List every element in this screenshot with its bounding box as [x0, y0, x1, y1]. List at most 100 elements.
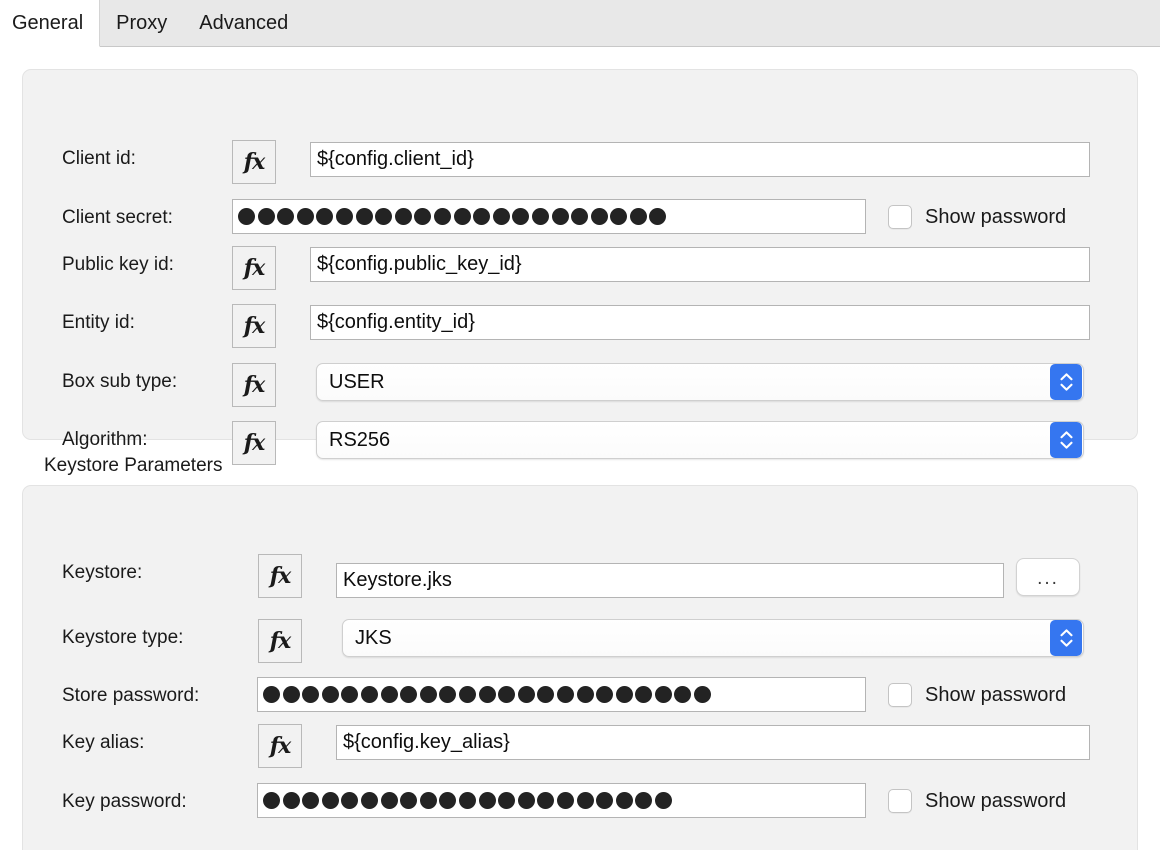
- client-id-label: Client id:: [62, 148, 232, 170]
- row-keystore-type: Keystore type:: [62, 619, 257, 657]
- password-dot: [322, 792, 339, 809]
- client-secret-dots: [238, 208, 666, 225]
- client-secret-show-password-checkbox[interactable]: [888, 205, 912, 229]
- row-store-password: Store password:: [62, 677, 257, 715]
- algorithm-select[interactable]: RS256: [316, 421, 1084, 459]
- keystore-type-value: JKS: [343, 627, 1050, 650]
- tab-bar: General Proxy Advanced: [0, 0, 1160, 47]
- password-dot: [400, 792, 417, 809]
- keystore-browse-button[interactable]: ...: [1016, 558, 1080, 596]
- keystore-value: Keystore.jks: [343, 569, 452, 592]
- password-dot: [552, 208, 569, 225]
- keystore-fx-button[interactable]: fx: [258, 554, 302, 598]
- entity-id-value: ${config.entity_id}: [317, 311, 475, 334]
- password-dot: [400, 686, 417, 703]
- fx-icon: fx: [270, 630, 291, 652]
- password-dot: [341, 792, 358, 809]
- row-entity-id: Entity id:: [62, 304, 232, 342]
- row-algorithm: Algorithm:: [62, 421, 232, 459]
- password-dot: [420, 792, 437, 809]
- box-sub-type-label: Box sub type:: [62, 371, 232, 393]
- row-box-sub-type: Box sub type:: [62, 363, 232, 401]
- client-secret-label: Client secret:: [62, 207, 232, 229]
- tab-proxy[interactable]: Proxy: [100, 0, 183, 46]
- tab-general[interactable]: General: [0, 0, 100, 47]
- password-dot: [459, 686, 476, 703]
- row-public-key-id: Public key id:: [62, 246, 232, 284]
- password-dot: [283, 792, 300, 809]
- settings-content: Client id: fx ${config.client_id} Client…: [0, 47, 1160, 850]
- public-key-id-fx-button[interactable]: fx: [232, 246, 276, 290]
- password-dot: [532, 208, 549, 225]
- password-dot: [596, 792, 613, 809]
- password-dot: [479, 686, 496, 703]
- client-secret-show-password-label: Show password: [925, 206, 1066, 229]
- algorithm-fx-button[interactable]: fx: [232, 421, 276, 465]
- chevron-down-icon: [1060, 383, 1073, 391]
- password-dot: [258, 208, 275, 225]
- store-password-show-password-checkbox[interactable]: [888, 683, 912, 707]
- tab-proxy-label: Proxy: [116, 13, 167, 33]
- password-dot: [577, 792, 594, 809]
- password-dot: [498, 686, 515, 703]
- password-dot: [439, 792, 456, 809]
- fx-icon: fx: [244, 315, 265, 337]
- password-dot: [635, 686, 652, 703]
- password-dot: [356, 208, 373, 225]
- client-secret-show-password[interactable]: Show password: [888, 205, 1066, 229]
- key-password-show-password[interactable]: Show password: [888, 789, 1066, 813]
- tab-advanced[interactable]: Advanced: [183, 0, 304, 46]
- keystore-type-fx-button[interactable]: fx: [258, 619, 302, 663]
- fx-icon: fx: [270, 565, 291, 587]
- box-sub-type-select[interactable]: USER: [316, 363, 1084, 401]
- chevron-up-icon: [1060, 629, 1073, 637]
- keystore-input[interactable]: Keystore.jks: [336, 563, 1004, 598]
- key-alias-value: ${config.key_alias}: [343, 731, 510, 754]
- keystore-parameters-label: Keystore Parameters: [44, 455, 222, 477]
- password-dot: [395, 208, 412, 225]
- box-sub-type-value: USER: [317, 371, 1050, 394]
- client-id-input[interactable]: ${config.client_id}: [310, 142, 1090, 177]
- entity-id-fx-button[interactable]: fx: [232, 304, 276, 348]
- entity-id-label: Entity id:: [62, 312, 232, 334]
- chevron-updown-icon[interactable]: [1050, 620, 1082, 656]
- client-id-value: ${config.client_id}: [317, 148, 474, 171]
- client-id-fx-button[interactable]: fx: [232, 140, 276, 184]
- store-password-input[interactable]: [257, 677, 866, 712]
- password-dot: [341, 686, 358, 703]
- password-dot: [674, 686, 691, 703]
- entity-id-input[interactable]: ${config.entity_id}: [310, 305, 1090, 340]
- password-dot: [414, 208, 431, 225]
- password-dot: [473, 208, 490, 225]
- key-password-input[interactable]: [257, 783, 866, 818]
- chevron-updown-icon[interactable]: [1050, 364, 1082, 400]
- box-sub-type-fx-button[interactable]: fx: [232, 363, 276, 407]
- key-password-show-password-checkbox[interactable]: [888, 789, 912, 813]
- chevron-updown-icon[interactable]: [1050, 422, 1082, 458]
- password-dot: [434, 208, 451, 225]
- keystore-type-select[interactable]: JKS: [342, 619, 1084, 657]
- chevron-down-icon: [1060, 639, 1073, 647]
- password-dot: [439, 686, 456, 703]
- password-dot: [577, 686, 594, 703]
- password-dot: [630, 208, 647, 225]
- password-dot: [322, 686, 339, 703]
- tab-advanced-label: Advanced: [199, 13, 288, 33]
- keystore-label: Keystore:: [62, 562, 257, 584]
- password-dot: [283, 686, 300, 703]
- password-dot: [454, 208, 471, 225]
- key-alias-fx-button[interactable]: fx: [258, 724, 302, 768]
- password-dot: [479, 792, 496, 809]
- store-password-show-password-label: Show password: [925, 684, 1066, 707]
- key-password-show-password-label: Show password: [925, 790, 1066, 813]
- chevron-up-icon: [1060, 373, 1073, 381]
- client-secret-input[interactable]: [232, 199, 866, 234]
- algorithm-label: Algorithm:: [62, 429, 232, 451]
- key-alias-input[interactable]: ${config.key_alias}: [336, 725, 1090, 760]
- password-dot: [655, 686, 672, 703]
- fx-icon: fx: [244, 374, 265, 396]
- password-dot: [277, 208, 294, 225]
- public-key-id-input[interactable]: ${config.public_key_id}: [310, 247, 1090, 282]
- password-dot: [361, 792, 378, 809]
- store-password-show-password[interactable]: Show password: [888, 683, 1066, 707]
